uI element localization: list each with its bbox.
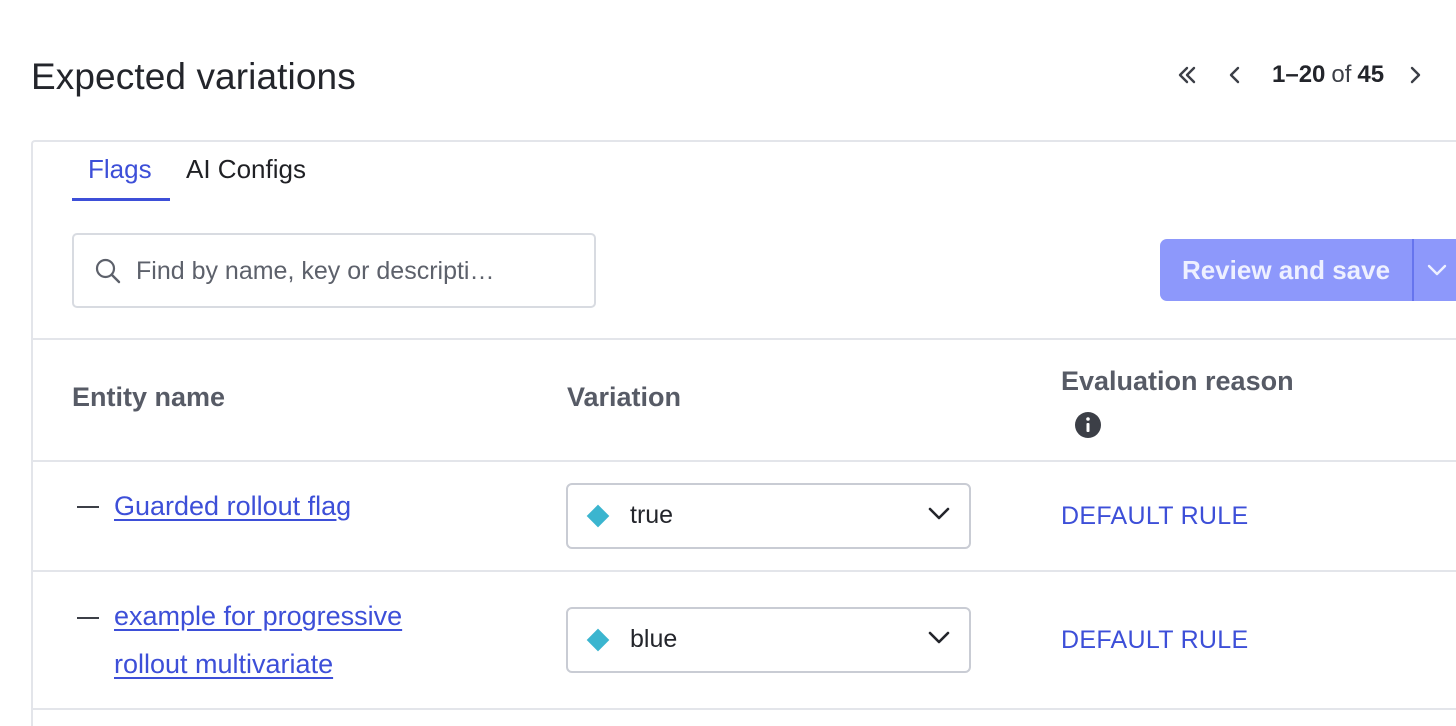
column-header-variation: Variation [567, 382, 682, 412]
pagination-current-range: 1–20 [1272, 61, 1326, 88]
variation-color-swatch [586, 504, 610, 528]
flag-name-link[interactable]: example for progressive rollout multivar… [114, 592, 402, 688]
column-header-evaluation-reason: Evaluation reason [1061, 366, 1294, 396]
review-and-save-split-button: Review and save [1160, 239, 1456, 301]
column-header-entity-name: Entity name [72, 382, 226, 412]
pagination-range: 1–20 of 45 [1272, 61, 1384, 89]
variation-select[interactable]: blue [566, 607, 971, 673]
flag-name-line: rollout multivariate [114, 649, 334, 679]
flag-name-link[interactable]: Guarded rollout flag [114, 482, 351, 530]
review-and-save-button[interactable]: Review and save [1160, 255, 1412, 286]
chevron-down-icon [928, 507, 950, 520]
pagination: 1–20 of 45 [1168, 58, 1432, 92]
first-page-icon [1178, 66, 1196, 84]
search-icon [95, 258, 121, 284]
evaluation-reason-link[interactable]: DEFAULT RULE [1061, 502, 1248, 531]
pagination-of-label: of [1331, 61, 1352, 88]
info-icon[interactable] [1074, 411, 1102, 439]
page-title: Expected variations [31, 56, 356, 97]
tab-ai-configs[interactable]: AI Configs [186, 154, 306, 185]
divider [33, 708, 1456, 710]
variation-value: true [630, 501, 674, 529]
divider [33, 460, 1456, 462]
expected-variations-page: Expected variations 1–20 of 45 Flags AI Co… [0, 0, 1456, 726]
previous-page-icon [1229, 66, 1240, 84]
variation-color-swatch [586, 628, 610, 652]
row-indent-dash [77, 506, 99, 508]
chevron-down-icon [1427, 264, 1447, 276]
next-page-button[interactable] [1398, 58, 1432, 92]
search-input[interactable] [134, 245, 578, 297]
pagination-total: 45 [1357, 61, 1385, 88]
chevron-down-icon [928, 631, 950, 644]
row-indent-dash [77, 617, 99, 619]
variation-select[interactable]: true [566, 483, 971, 549]
tab-flags[interactable]: Flags [88, 154, 152, 185]
next-page-icon [1410, 66, 1421, 84]
first-page-button[interactable] [1168, 58, 1206, 92]
search-field [72, 233, 596, 308]
evaluation-reason-link[interactable]: DEFAULT RULE [1061, 626, 1248, 655]
divider [33, 338, 1456, 340]
previous-page-button[interactable] [1216, 58, 1254, 92]
divider [33, 570, 1456, 572]
active-tab-indicator [72, 198, 170, 201]
flag-name-line: example for progressive [114, 601, 403, 631]
save-options-dropdown-button[interactable] [1414, 239, 1456, 301]
variation-value: blue [630, 625, 678, 653]
